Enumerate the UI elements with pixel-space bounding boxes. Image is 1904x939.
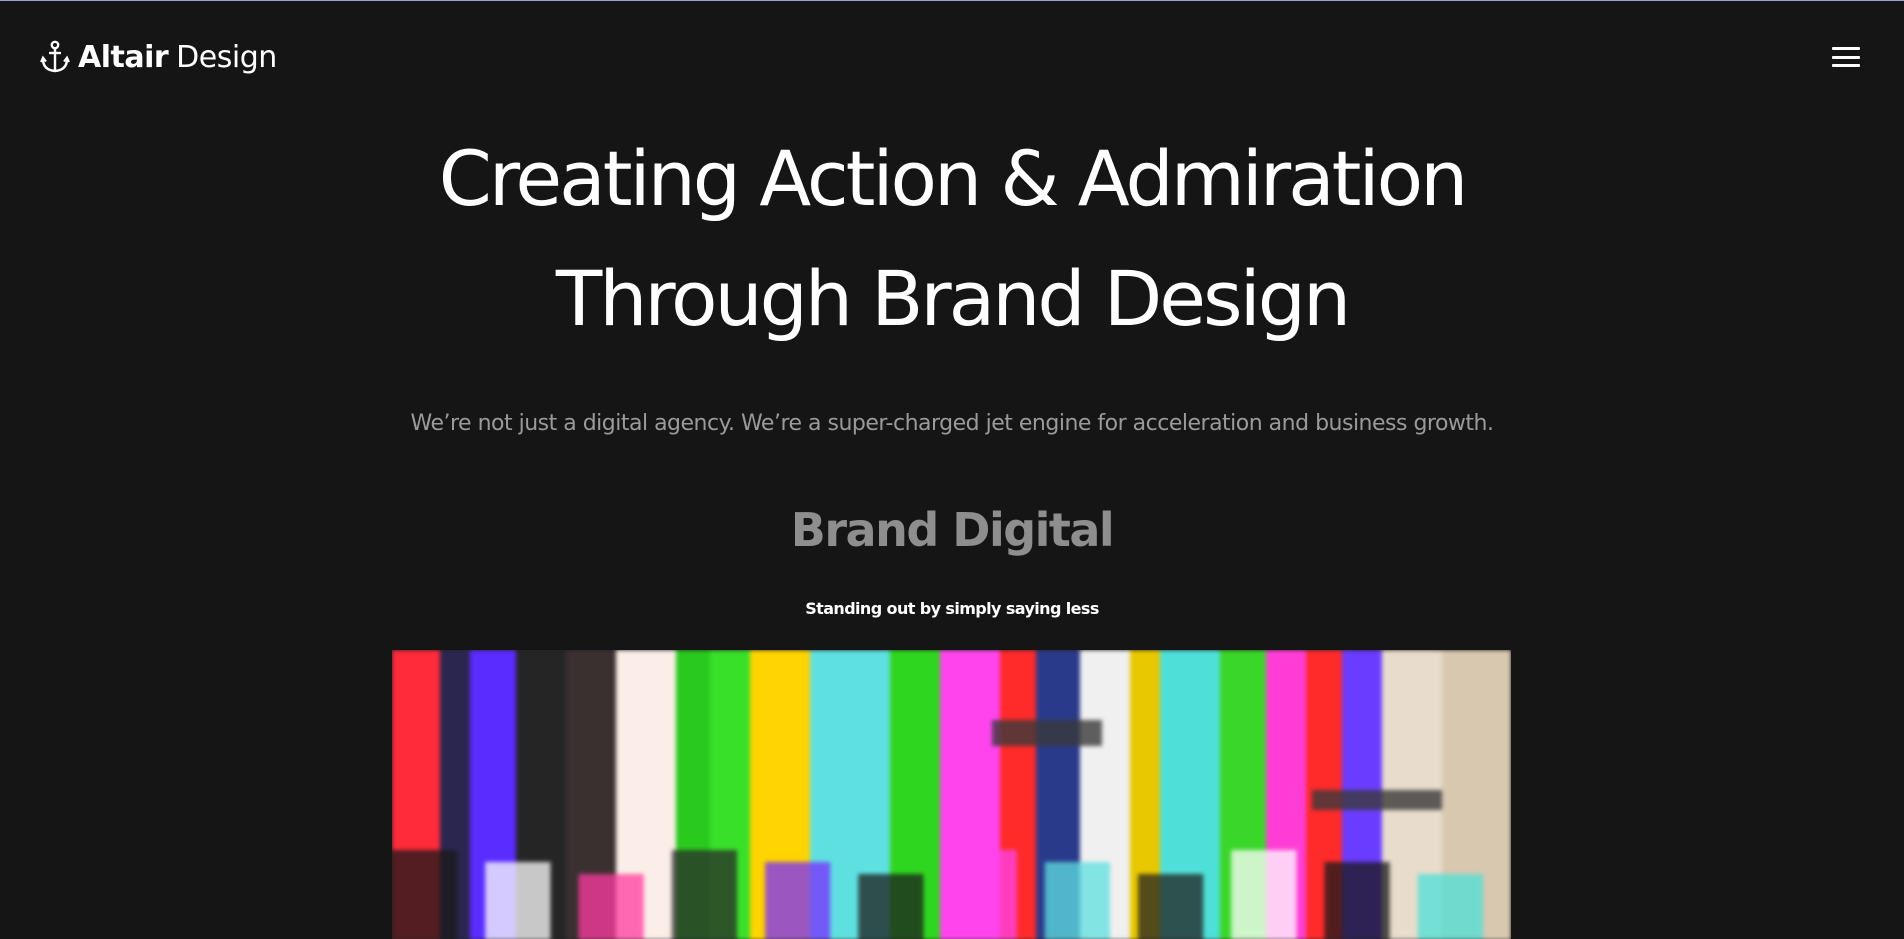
logo-text: Altair Design bbox=[78, 40, 277, 75]
site-logo[interactable]: Altair Design bbox=[40, 37, 277, 77]
hero-image bbox=[392, 650, 1511, 939]
section-subtitle: Standing out by simply saying less bbox=[805, 599, 1099, 618]
logo-brand-name: Altair bbox=[78, 39, 169, 75]
hero-title-line-2: Through Brand Design bbox=[555, 254, 1351, 343]
anchor-icon bbox=[40, 40, 70, 73]
logo-brand-suffix: Design bbox=[176, 39, 277, 75]
color-bars-image bbox=[392, 650, 1511, 939]
page: Altair Design Creating Action & Admiratio… bbox=[0, 0, 1904, 939]
hero-tagline: We’re not just a digital agency. We’re a… bbox=[410, 411, 1494, 436]
hamburger-menu-button[interactable] bbox=[1832, 45, 1860, 69]
hero-title-line-1: Creating Action & Admiration bbox=[438, 134, 1469, 223]
hero-title: Creating Action & Admiration Through Bra… bbox=[200, 119, 1704, 359]
hamburger-menu-icon bbox=[1832, 47, 1860, 50]
section-title: Brand Digital bbox=[790, 503, 1115, 557]
